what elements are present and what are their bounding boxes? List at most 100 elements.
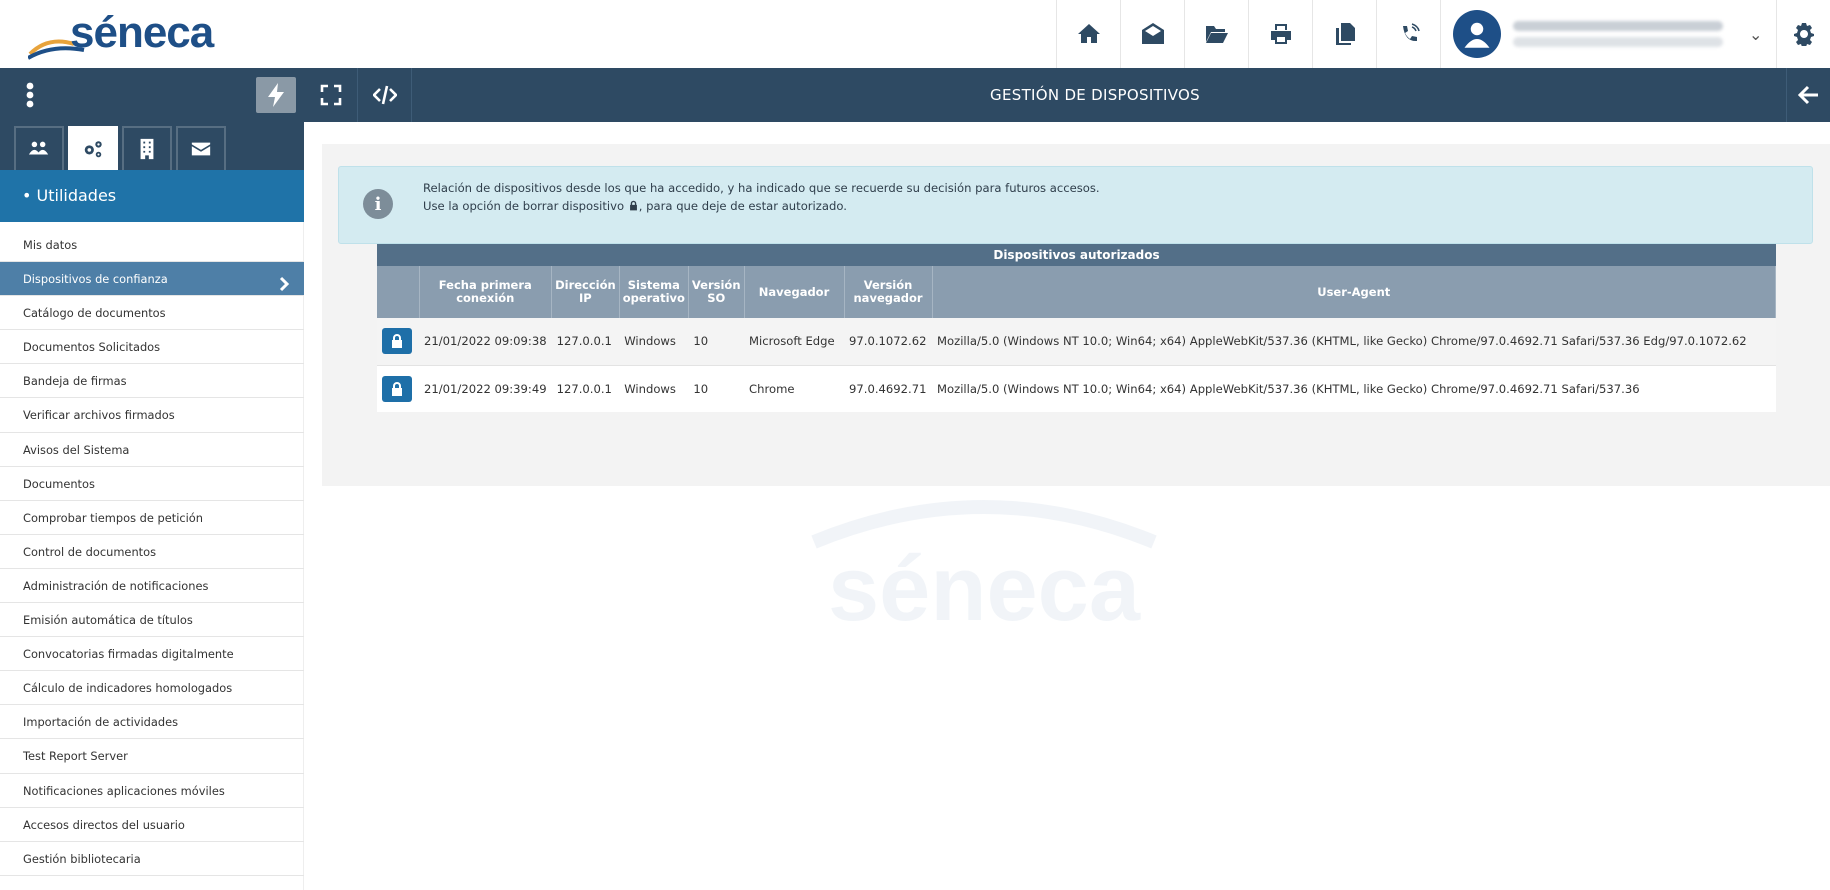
tab-center[interactable] [122, 126, 172, 170]
building-icon [140, 138, 154, 160]
col-action [377, 266, 420, 318]
alert-line-2-end: , para que deje de estar autorizado. [638, 199, 847, 213]
code-view-button[interactable] [358, 68, 412, 122]
folder-button[interactable] [1184, 0, 1248, 68]
tab-messages[interactable] [176, 126, 226, 170]
sidebar-item[interactable]: Dispositivos de confianza [0, 262, 304, 297]
main-content: séneca i Relación de dispositivos desde … [304, 122, 1830, 890]
sidebar-item[interactable]: Administración de notificaciones [0, 569, 304, 604]
table-row: 21/01/2022 09:09:38 127.0.0.1 Windows 10 Mic… [377, 318, 1776, 366]
cell-so: Windows [619, 365, 689, 412]
col-version-so: Versión SO [688, 266, 745, 318]
home-icon [1077, 24, 1100, 43]
cell-navegador: Chrome [744, 365, 845, 412]
sidebar-item-label: Cálculo de indicadores homologados [23, 681, 233, 696]
lock-icon [392, 381, 402, 396]
sidebar-item[interactable]: Accesos directos del usuario [0, 808, 304, 842]
gear-icon [1793, 23, 1814, 46]
sidebar-item[interactable]: Mis datos [0, 228, 304, 263]
copy-button[interactable] [1312, 0, 1376, 68]
sidebar-item-label: Gestión bibliotecaria [23, 851, 141, 866]
sidebar-item[interactable]: Cálculo de indicadores homologados [0, 671, 304, 706]
arrow-left-icon [1797, 85, 1818, 105]
cogs-icon [84, 141, 102, 158]
user-menu[interactable]: ⌄ [1440, 0, 1776, 68]
cell-user-agent: Mozilla/5.0 (Windows NT 10.0; Win64; x64… [932, 318, 1776, 366]
chevron-down-icon[interactable]: ⌄ [1749, 25, 1762, 44]
sidebar-item-label: Documentos [23, 476, 95, 491]
tab-users[interactable] [14, 126, 64, 170]
col-user-agent: User-Agent [932, 266, 1777, 318]
title-bar: GESTIÓN DE DISPOSITIVOS [0, 68, 1830, 122]
envelope-icon [191, 142, 211, 156]
cell-navegador: Microsoft Edge [744, 318, 845, 366]
cell-user-agent: Mozilla/5.0 (Windows NT 10.0; Win64; x64… [932, 365, 1776, 412]
sidebar-item[interactable]: Documentos [0, 467, 304, 501]
col-version-navegador: Versión navegador [844, 266, 933, 318]
sidebar: • Utilidades Mis datos Dispositivos de co… [0, 122, 304, 890]
code-icon [372, 85, 397, 105]
fullscreen-button[interactable] [304, 68, 358, 122]
tab-utilities[interactable] [68, 126, 118, 170]
cell-action [377, 365, 419, 412]
home-button[interactable] [1056, 0, 1120, 68]
print-button[interactable] [1248, 0, 1312, 68]
sidebar-item-label: Bandeja de firmas [23, 374, 127, 389]
cell-version-navegador: 97.0.4692.71 [844, 365, 933, 412]
sidebar-item[interactable]: Avisos del Sistema [0, 433, 304, 467]
sidebar-item[interactable]: Emisión automática de títulos [0, 603, 304, 638]
sidebar-item-label: Accesos directos del usuario [23, 817, 185, 832]
folder-open-icon [1205, 26, 1228, 43]
copy-icon [1335, 23, 1355, 45]
phone-button[interactable] [1376, 0, 1440, 68]
info-alert: i Relación de dispositivos desde los que… [338, 166, 1813, 244]
users-icon [28, 141, 49, 155]
sidebar-item[interactable]: Bandeja de firmas [0, 364, 304, 399]
avatar [1453, 10, 1501, 58]
sidebar-item[interactable]: Catálogo de documentos [0, 296, 304, 331]
table-header-row: Fecha primera conexión Dirección IP Sist… [377, 266, 1777, 318]
mail-open-icon [1141, 23, 1164, 44]
seneca-logo[interactable]: séneca [28, 6, 228, 64]
quick-actions-button[interactable] [256, 77, 296, 113]
sidebar-item[interactable]: Notificaciones aplicaciones móviles [0, 774, 304, 808]
col-so: Sistema operativo [619, 266, 689, 318]
sidebar-item-label: Avisos del Sistema [23, 442, 130, 457]
sidebar-item-label: Catálogo de documentos [23, 306, 166, 321]
cell-fecha: 21/01/2022 09:39:49 [419, 365, 552, 412]
print-icon [1270, 24, 1291, 44]
sidebar-item[interactable]: Importación de actividades [0, 705, 304, 740]
delete-device-button[interactable] [382, 375, 412, 402]
kebab-menu-button[interactable] [0, 68, 60, 122]
sidebar-item[interactable]: Control de documentos [0, 535, 304, 569]
devices-table: Fecha primera conexión Dirección IP Sist… [377, 266, 1777, 412]
logo-text: séneca [70, 8, 214, 57]
top-header: séneca ⌄ [0, 0, 1830, 68]
lock-icon [392, 334, 402, 349]
sidebar-item[interactable]: Verificar archivos firmados [0, 398, 304, 433]
settings-button[interactable] [1776, 0, 1830, 68]
user-name-redacted [1513, 21, 1723, 47]
cell-version-so: 10 [688, 318, 745, 366]
mail-button[interactable] [1120, 0, 1184, 68]
cell-version-navegador: 97.0.1072.62 [844, 318, 933, 366]
sidebar-item-label: Verificar archivos firmados [23, 408, 175, 423]
back-button[interactable] [1786, 68, 1830, 122]
sidebar-item[interactable]: Convocatorias firmadas digitalmente [0, 637, 304, 672]
sidebar-item[interactable]: Gestión bibliotecaria [0, 842, 304, 876]
sidebar-item-label: Importación de actividades [23, 715, 179, 730]
sidebar-item-label: Test Report Server [23, 749, 128, 764]
sidebar-item[interactable]: Test Report Server [0, 739, 304, 774]
watermark-text: séneca [827, 538, 1141, 640]
alert-line-2-start: Use la opción de borrar dispositivo [423, 199, 628, 213]
lock-icon [629, 200, 637, 211]
seneca-watermark: séneca [804, 482, 1204, 682]
col-ip: Dirección IP [551, 266, 620, 318]
delete-device-button[interactable] [382, 328, 412, 355]
table-row: 21/01/2022 09:39:49 127.0.0.1 Windows 10 Chr… [377, 365, 1776, 412]
sidebar-item[interactable]: Documentos Solicitados [0, 330, 304, 365]
sidebar-section-title: • Utilidades [0, 170, 304, 222]
cell-version-so: 10 [688, 365, 745, 412]
user-icon [1464, 22, 1490, 48]
sidebar-item[interactable]: Comprobar tiempos de petición [0, 501, 304, 535]
